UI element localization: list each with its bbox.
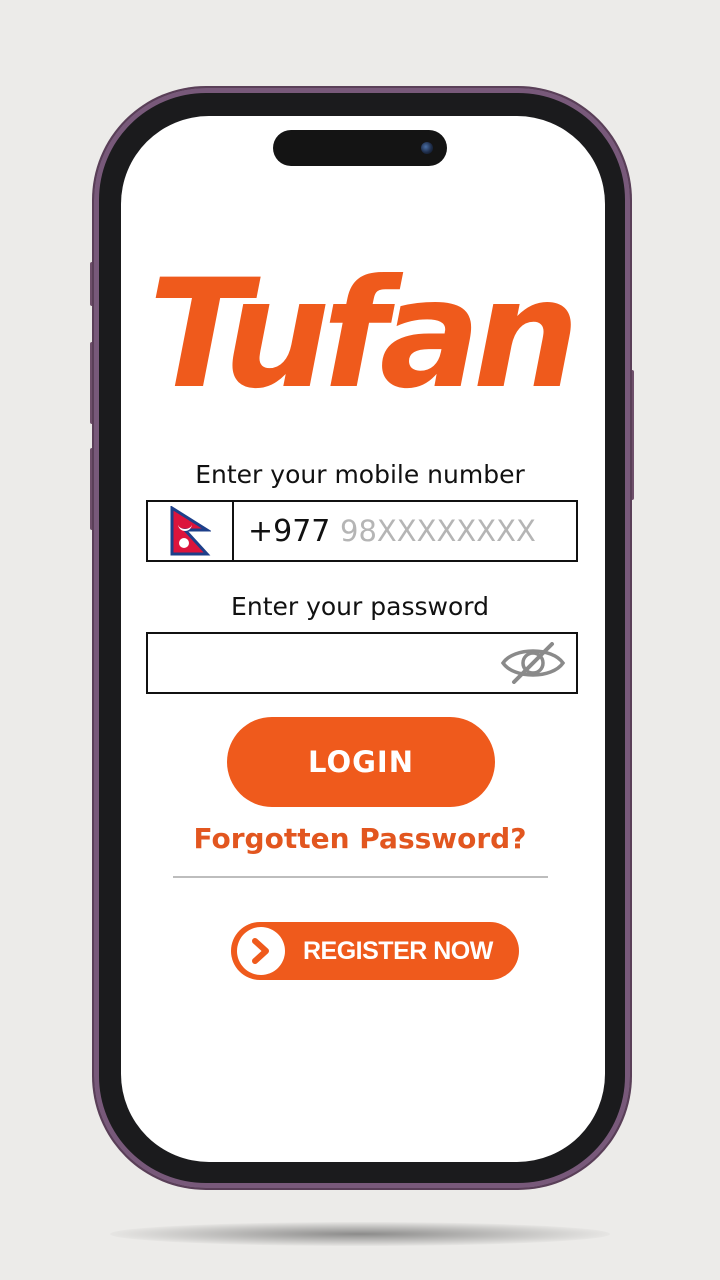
mobile-number-input[interactable] [338,513,572,549]
eye-off-icon[interactable] [500,642,566,684]
register-now-button[interactable]: REGISTER NOW [231,922,519,980]
country-selector[interactable] [148,502,234,560]
mobile-number-label: Enter your mobile number [195,460,525,489]
password-label: Enter your password [231,592,489,621]
login-button[interactable]: LOGIN [227,717,495,807]
divider [173,876,548,878]
forgot-password-link[interactable]: Forgotten Password? [0,822,720,855]
register-icon-circle [237,927,285,975]
tufan-logo: Tufan [148,248,579,422]
front-camera-icon [421,142,433,154]
country-code: +977 [248,513,331,549]
password-field [146,632,578,694]
nepal-flag-icon [170,506,211,556]
dynamic-island [273,130,447,166]
chevron-right-icon [252,938,269,964]
password-input[interactable] [162,645,496,681]
register-now-label: REGISTER NOW [303,936,493,965]
mobile-number-field: +977 [146,500,578,562]
phone-shadow [110,1222,610,1246]
